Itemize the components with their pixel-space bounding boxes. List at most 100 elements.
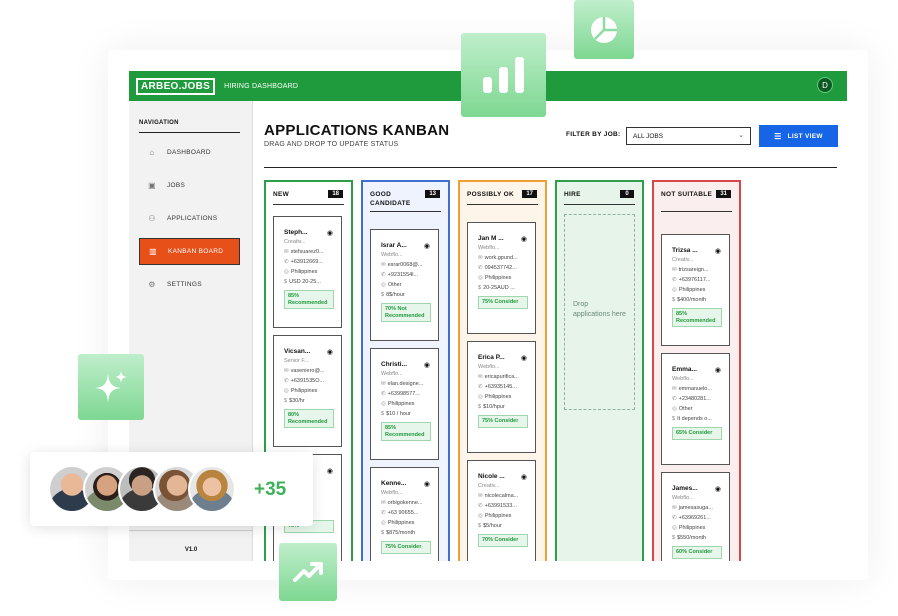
- applicant-rate: $10/hpur: [483, 404, 505, 410]
- applicant-email: vasenierо@...: [290, 368, 325, 374]
- location-icon: ◎: [478, 513, 483, 519]
- dollar-icon: $: [672, 297, 676, 303]
- column-divider: [467, 204, 538, 205]
- applicant-location: Philippines: [678, 525, 706, 531]
- match-badge: 85% Recommended: [381, 422, 431, 441]
- applicant-name: Christi...: [381, 361, 408, 368]
- sidebar-item-settings[interactable]: ⚙ SETTINGS: [139, 271, 240, 298]
- logo[interactable]: ARBEO.JOBS: [136, 77, 216, 95]
- phone-icon: ✆: [478, 503, 483, 509]
- eye-icon[interactable]: ◉: [521, 473, 527, 481]
- sidebar-item-kanban-board[interactable]: ▥ KANBAN BOARD: [139, 238, 240, 265]
- sidebar-item-label: JOBS: [167, 182, 186, 189]
- applicant-phone: +63 90655...: [387, 510, 419, 516]
- phone-icon: ✆: [381, 272, 386, 278]
- eye-icon[interactable]: ◉: [424, 242, 430, 250]
- applicant-location: Other: [678, 406, 693, 412]
- trend-up-icon: [293, 562, 323, 582]
- users-icon: ⚇: [148, 214, 156, 223]
- applicant-card[interactable]: James... ◉ Webflo... ✉ jamesasuga... ✆ +639…: [661, 472, 730, 561]
- applicant-card[interactable]: Nicole ... ◉ Creativ... ✉ nicolecalma... ✆…: [467, 460, 536, 561]
- drop-zone[interactable]: Drop applications here: [564, 214, 635, 410]
- applicant-phone: +9231554l...: [387, 272, 419, 278]
- applicant-card[interactable]: Israr A... ◉ Webflo... ✉ esrar0068@... ✆ +9…: [370, 229, 439, 341]
- location-icon: ◎: [381, 520, 386, 526]
- applicant-email: ericapurifica...: [484, 374, 519, 380]
- user-avatar[interactable]: D: [817, 77, 833, 93]
- applicant-rate: It depends o...: [677, 416, 712, 422]
- eye-icon[interactable]: ◉: [715, 366, 721, 374]
- eye-icon[interactable]: ◉: [424, 480, 430, 488]
- applicant-name: Kenne...: [381, 480, 407, 487]
- applicant-location: Philippines: [387, 520, 415, 526]
- applicant-location: Philippines: [484, 394, 512, 400]
- sidebar-item-label: DASHBOARD: [167, 149, 211, 156]
- applicant-name: Jan M ...: [478, 235, 504, 242]
- match-badge: 70% Consider: [478, 534, 528, 547]
- applicant-role: Webflo...: [381, 252, 403, 258]
- header-title: HIRING DASHBOARD: [224, 82, 299, 90]
- phone-icon: ✆: [381, 391, 386, 397]
- applicant-name: Steph...: [284, 229, 308, 236]
- dollar-icon: $: [381, 530, 385, 536]
- column-count-badge: 17: [522, 190, 537, 198]
- briefcase-icon: ▣: [148, 181, 156, 190]
- match-badge: 80% Recommended: [284, 409, 334, 428]
- eye-icon[interactable]: ◉: [715, 247, 721, 255]
- applicant-location: Philippines: [484, 275, 512, 281]
- mail-icon: ✉: [478, 255, 483, 261]
- applicant-phone: 094537742...: [484, 265, 517, 271]
- team-avatars-box: +35: [30, 452, 313, 526]
- kanban-icon: ▥: [149, 247, 157, 256]
- sidebar-item-dashboard[interactable]: ⌂ DASHBOARD: [139, 139, 240, 166]
- mail-icon: ✉: [381, 500, 386, 506]
- applicant-card[interactable]: Steph... ◉ Creativ... ✉ stefsuarez0... ✆ +6…: [273, 216, 342, 328]
- applicant-card[interactable]: Erica P... ◉ Webflo... ✉ ericapurifica... …: [467, 341, 536, 453]
- sidebar-item-applications[interactable]: ⚇ APPLICATIONS: [139, 205, 240, 232]
- applicant-location: Other: [387, 282, 402, 288]
- sidebar-item-jobs[interactable]: ▣ JOBS: [139, 172, 240, 199]
- location-icon: ◎: [381, 401, 386, 407]
- kanban-column: NOT SUITABLE 31 Trizsa ... ◉ Creativ... ✉…: [652, 180, 741, 561]
- phone-icon: ✆: [284, 259, 289, 265]
- list-view-button[interactable]: ☰ LIST VIEW: [759, 125, 838, 147]
- applicant-role: Webflo...: [381, 490, 403, 496]
- location-icon: ◎: [672, 525, 677, 531]
- applicant-card[interactable]: Jan M ... ◉ Webflo... ✉ work.gpund... ✆ 094…: [467, 222, 536, 334]
- applicant-phone: +63991533...: [484, 503, 517, 509]
- applicant-card[interactable]: Trizsa ... ◉ Creativ... ✉ trizsareign... ✆…: [661, 234, 730, 346]
- kanban-column: POSSIBLY OK 17 Jan M ... ◉ Webflo... ✉ wor…: [458, 180, 547, 561]
- applicant-role: Webflo...: [672, 376, 694, 382]
- kanban-column: HIRE 0 Drop applications here: [555, 180, 644, 561]
- applicant-card[interactable]: Emma... ◉ Webflo... ✉ emmanuelo... ✆ +23480…: [661, 353, 730, 465]
- applicant-role: Creativ...: [284, 239, 306, 245]
- phone-icon: ✆: [478, 265, 483, 271]
- avatar: [188, 465, 236, 513]
- applicant-card[interactable]: Kenne... ◉ Webflo... ✉ orbigokenne... ✆ +63…: [370, 467, 439, 561]
- mail-icon: ✉: [672, 267, 677, 273]
- dollar-icon: $: [672, 416, 676, 422]
- mail-icon: ✉: [478, 374, 483, 380]
- job-filter-select[interactable]: ALL JOBS ⌄: [626, 127, 751, 145]
- eye-icon[interactable]: ◉: [715, 485, 721, 493]
- location-icon: ◎: [284, 269, 289, 275]
- list-view-label: LIST VIEW: [787, 132, 823, 140]
- eye-icon[interactable]: ◉: [327, 467, 333, 475]
- eye-icon[interactable]: ◉: [327, 229, 333, 237]
- applicant-card[interactable]: Vicsan... ◉ Senior F... ✉ vasenierо@... ✆ +…: [273, 335, 342, 447]
- eye-icon[interactable]: ◉: [521, 235, 527, 243]
- applicant-role: Creativ...: [478, 483, 500, 489]
- phone-icon: ✆: [672, 515, 677, 521]
- eye-icon[interactable]: ◉: [424, 361, 430, 369]
- main-area: APPLICATIONS KANBAN DRAG AND DROP TO UPD…: [253, 101, 847, 561]
- applicant-card[interactable]: Christi... ◉ Webflo... ✉ elan.designe... ✆…: [370, 348, 439, 460]
- applicant-rate: $30/hr: [289, 398, 305, 404]
- applicant-rate: 8$/hour: [386, 292, 405, 298]
- mail-icon: ✉: [672, 386, 677, 392]
- applicant-rate: 20-25AUD ...: [483, 285, 515, 291]
- eye-icon[interactable]: ◉: [327, 348, 333, 356]
- header-divider: [264, 167, 837, 168]
- more-members-count[interactable]: +35: [254, 479, 286, 501]
- eye-icon[interactable]: ◉: [521, 354, 527, 362]
- applicant-phone: +63969261...: [678, 515, 711, 521]
